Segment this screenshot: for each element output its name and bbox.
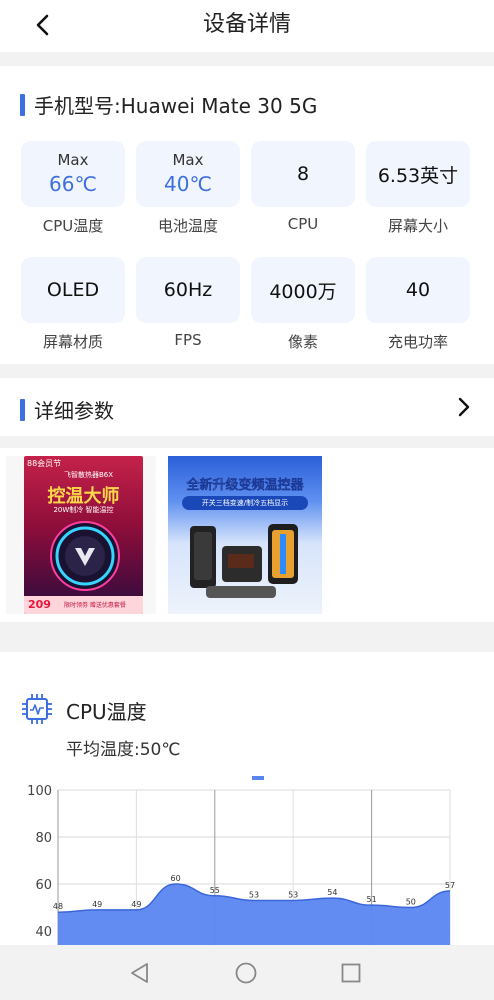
spec-label: 屏幕材质 bbox=[42, 333, 103, 351]
device-info-card: 手机型号:Huawei Mate 30 5G Max 66℃ Max 40℃ 8… bbox=[0, 66, 494, 364]
spec-cpu-cores: 8 bbox=[251, 141, 355, 207]
ad-thermostat-banner[interactable]: 全新升级变频温控器 开关三档变速/制冷五档显示 bbox=[168, 456, 322, 614]
data-label: 54 bbox=[327, 888, 337, 897]
spec-value: 40℃ bbox=[164, 172, 212, 196]
cpu-temp-title: CPU温度 bbox=[66, 700, 147, 724]
cooler-fan-image bbox=[50, 521, 120, 591]
y-tick-label: 100 bbox=[27, 784, 52, 799]
average-temp-text: 平均温度:50℃ bbox=[66, 740, 181, 760]
ad-subline: 20W制冷 智能温控 bbox=[53, 506, 114, 514]
spec-screen-size: 6.53英寸 bbox=[366, 141, 470, 207]
accent-bar bbox=[20, 398, 25, 421]
chevron-right-icon[interactable] bbox=[454, 395, 474, 419]
spec-value: OLED bbox=[46, 279, 100, 301]
back-triangle-icon[interactable] bbox=[128, 961, 152, 985]
spec-screen-material: OLED bbox=[21, 257, 125, 323]
data-label: 60 bbox=[171, 874, 181, 883]
accent-bar bbox=[20, 93, 25, 116]
data-label: 53 bbox=[249, 890, 259, 899]
spec-max-label: Max bbox=[57, 151, 89, 169]
app-header: 设备详情 bbox=[0, 0, 494, 52]
data-label: 51 bbox=[367, 895, 377, 904]
spec-value: 40 bbox=[405, 279, 431, 301]
spec-battery-temp: Max 40℃ bbox=[136, 141, 240, 207]
spec-fps: 60Hz bbox=[136, 257, 240, 323]
y-tick-label: 80 bbox=[35, 831, 52, 846]
spec-value: 6.53英寸 bbox=[377, 164, 459, 187]
ad-store-tag: 88会员节 bbox=[27, 459, 62, 468]
data-label: 57 bbox=[445, 881, 455, 890]
data-label: 55 bbox=[210, 886, 220, 895]
spec-value: 8 bbox=[296, 163, 310, 185]
spec-pixels: 4000万 bbox=[251, 257, 355, 323]
y-tick-label: 60 bbox=[35, 878, 52, 893]
spec-label: 屏幕大小 bbox=[387, 217, 448, 235]
spec-label: 电池温度 bbox=[157, 217, 218, 235]
spec-label: FPS bbox=[174, 331, 202, 349]
data-label: 53 bbox=[288, 890, 298, 899]
ad-price: 209 bbox=[28, 598, 51, 611]
spec-value: 4000万 bbox=[269, 280, 337, 303]
ad-subline: 开关三档变速/制冷五档显示 bbox=[182, 496, 308, 510]
details-heading: 详细参数 bbox=[20, 395, 114, 424]
system-nav-bar bbox=[0, 945, 494, 1000]
device-model-heading: 手机型号:Huawei Mate 30 5G bbox=[20, 90, 317, 119]
spec-value: 66℃ bbox=[49, 172, 97, 196]
ad-note: 限时领劵 赠送优惠套餐 bbox=[64, 602, 126, 609]
data-label: 50 bbox=[406, 898, 416, 907]
data-label: 49 bbox=[131, 900, 141, 909]
spec-label: CPU bbox=[287, 215, 319, 233]
ad-brand: 飞智散热器B6X bbox=[64, 471, 114, 479]
cpu-chip-icon bbox=[22, 694, 52, 724]
home-circle-icon[interactable] bbox=[234, 961, 258, 985]
spec-label: 充电功率 bbox=[387, 333, 448, 351]
details-row[interactable]: 详细参数 bbox=[0, 378, 494, 436]
details-title: 详细参数 bbox=[34, 399, 114, 423]
spec-cpu-temp: Max 66℃ bbox=[21, 141, 125, 207]
data-label: 49 bbox=[92, 900, 102, 909]
data-label: 48 bbox=[53, 902, 63, 911]
thermostat-device-image bbox=[190, 524, 298, 598]
spec-charge-power: 40 bbox=[366, 257, 470, 323]
ad-cooler-banner[interactable]: 88会员节 飞智散热器B6X 控温大师 20W制冷 智能温控 209 限时领劵 … bbox=[24, 456, 143, 614]
spec-label: CPU温度 bbox=[42, 217, 104, 235]
legend-marker bbox=[252, 776, 264, 780]
device-model-text: 手机型号:Huawei Mate 30 5G bbox=[34, 94, 318, 118]
page-title: 设备详情 bbox=[202, 12, 291, 37]
spec-label: 像素 bbox=[287, 333, 318, 351]
spec-max-label: Max bbox=[172, 151, 204, 169]
ad-headline: 全新升级变频温控器 bbox=[186, 478, 304, 493]
y-tick-label: 40 bbox=[35, 925, 52, 940]
recents-square-icon[interactable] bbox=[339, 961, 363, 985]
cpu-temp-chart: 100 80 60 40 48 49 49 60 55 53 53 54 51 50 57 bbox=[27, 776, 455, 945]
spec-value: 60Hz bbox=[163, 279, 213, 301]
